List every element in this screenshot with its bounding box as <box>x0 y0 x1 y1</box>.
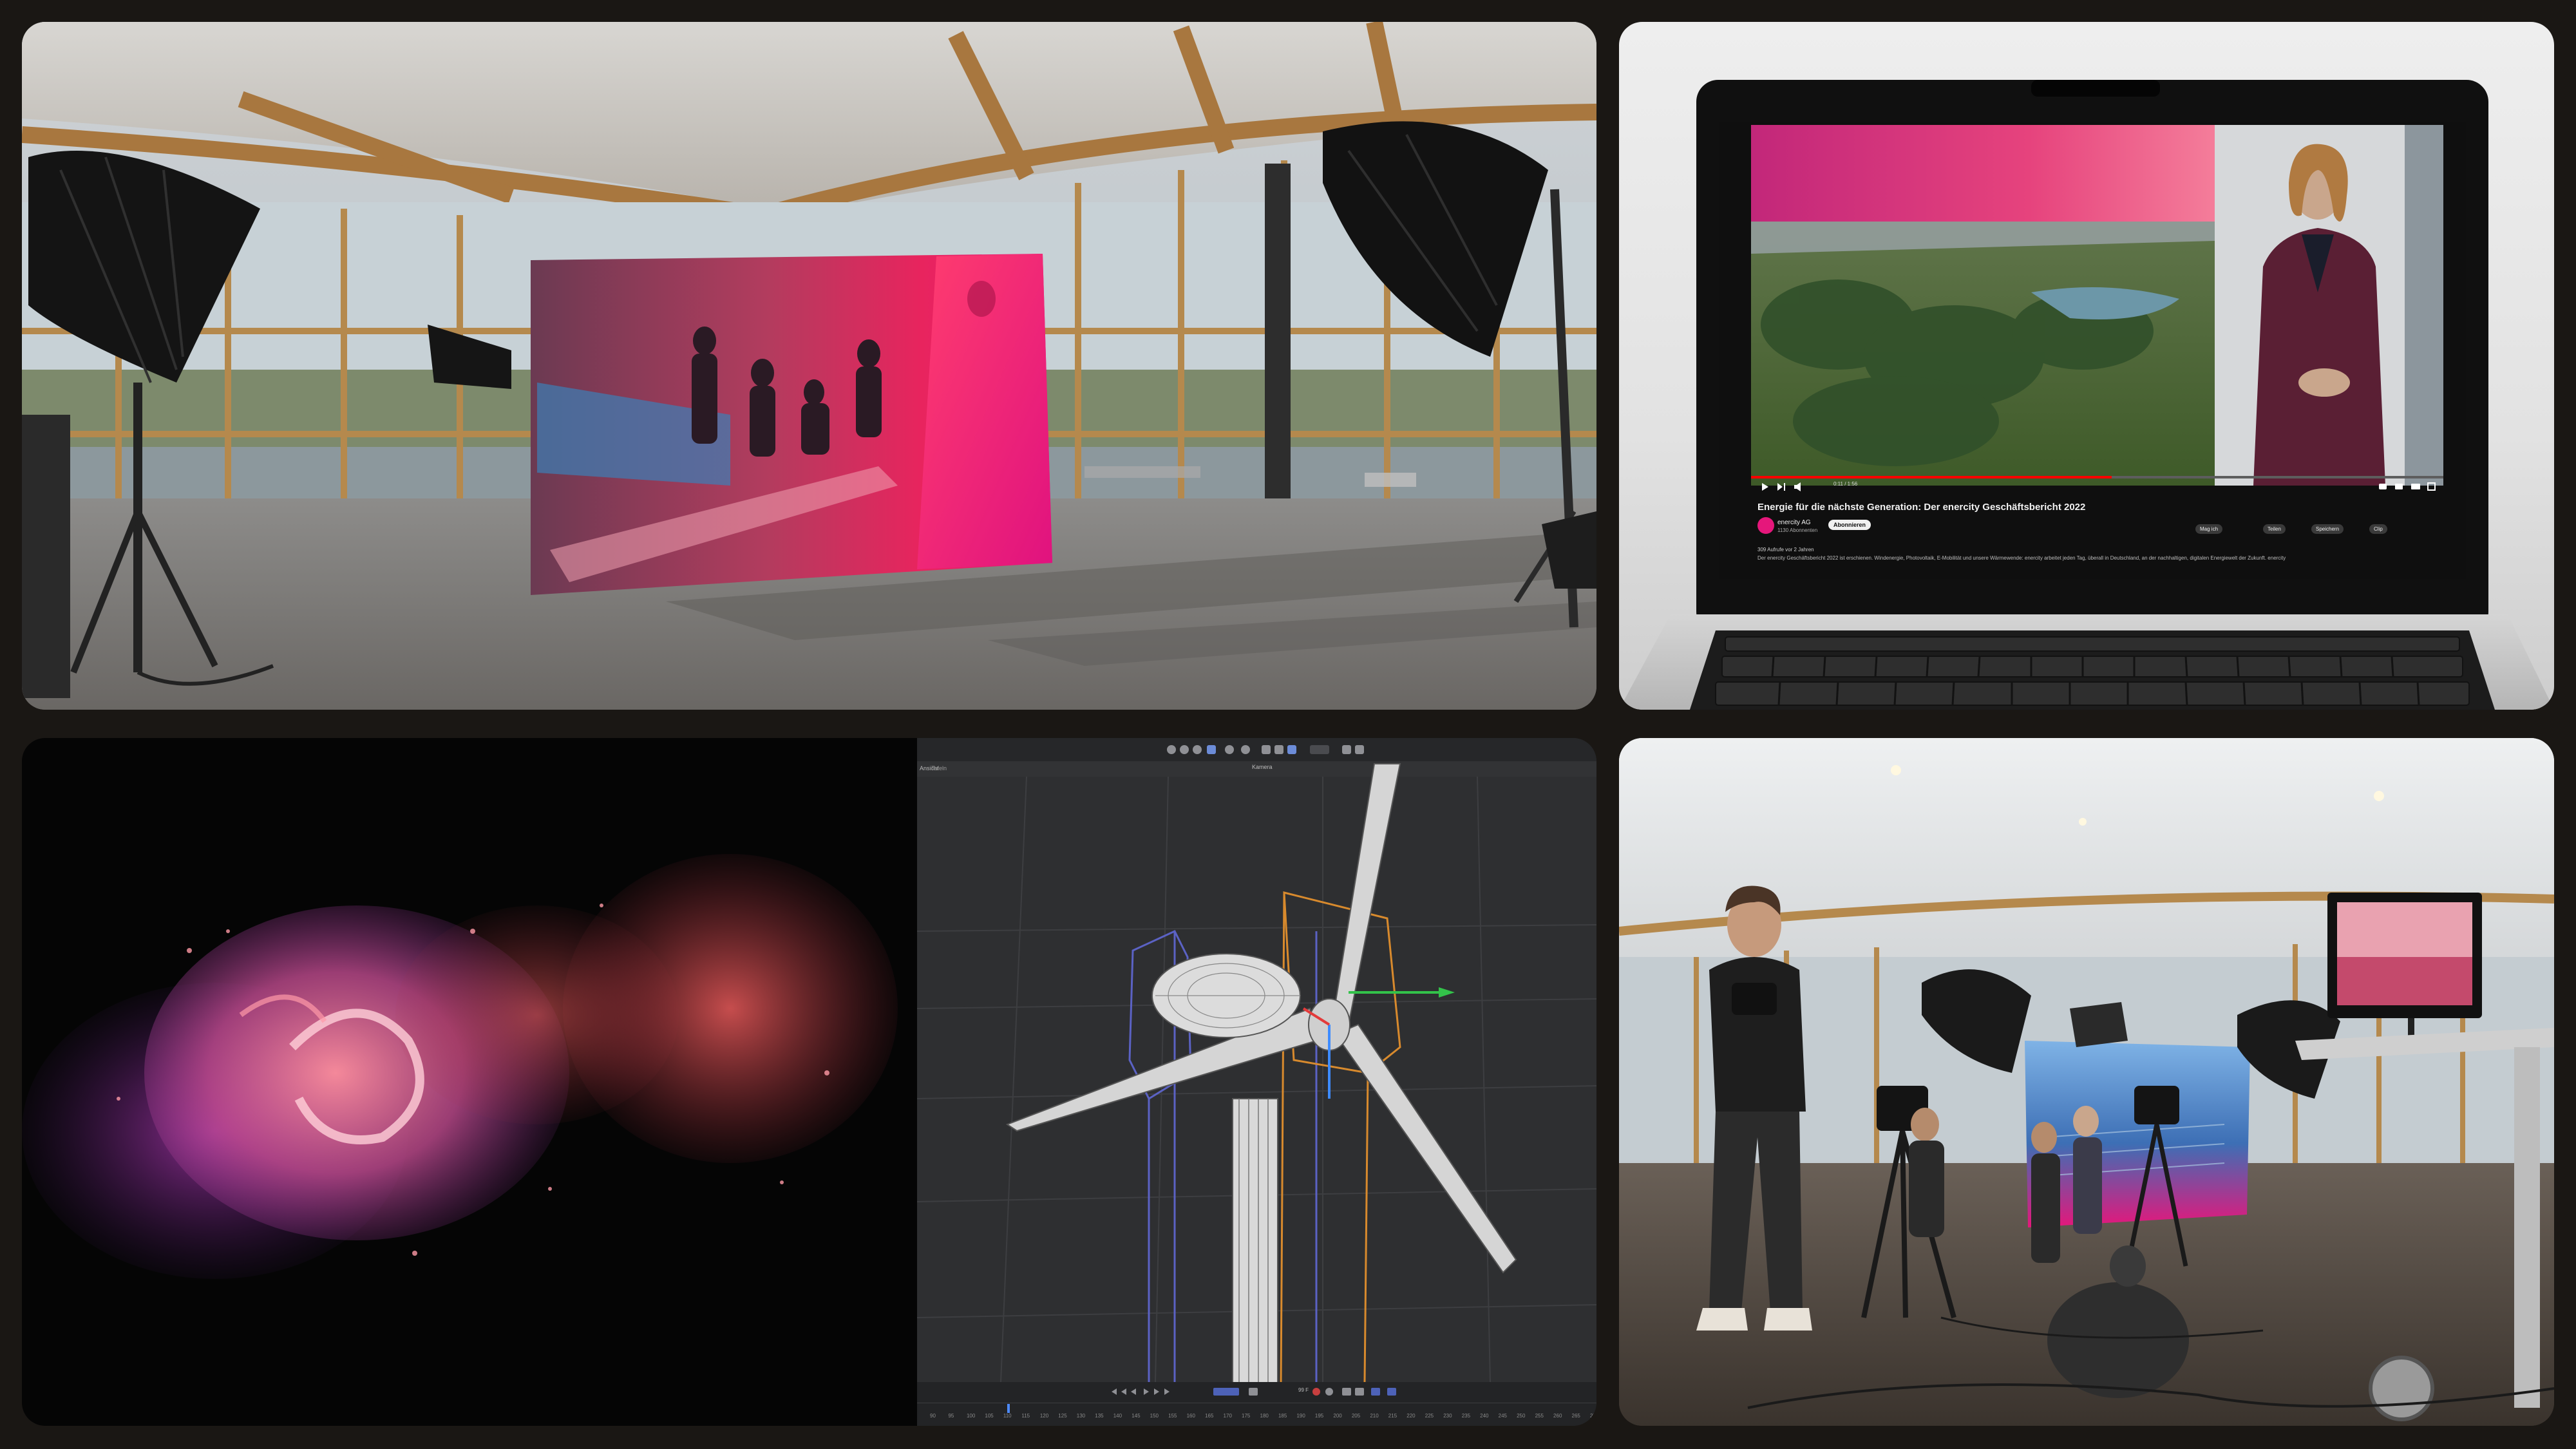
laptop-youtube-photo: 0:11 / 1:56 Energie für die nächste Gene… <box>1619 22 2554 710</box>
clip-button[interactable]: Clip <box>2369 524 2387 534</box>
ruler-tick-label: 260 <box>1553 1413 1562 1419</box>
ruler-tick-label: 105 <box>985 1413 994 1419</box>
app-toolbar <box>917 738 1596 761</box>
ruler-tick-label: 150 <box>1150 1413 1159 1419</box>
channel-name[interactable]: enercity AG <box>1777 519 1811 526</box>
ruler-tick-label: 200 <box>1333 1413 1342 1419</box>
ruler-tick-label: 125 <box>1058 1413 1067 1419</box>
ruler-tick-label: 165 <box>1205 1413 1214 1419</box>
ruler-tick-label: 100 <box>966 1413 976 1419</box>
ruler-tick-label: 135 <box>1095 1413 1104 1419</box>
ruler-tick-label: 230 <box>1443 1413 1452 1419</box>
particles-and-3d-turbine: Ansicht Tafeln Kamera 99 F 90 95 100 105 110… <box>22 738 1596 1426</box>
ruler-tick-label: 205 <box>1351 1413 1361 1419</box>
video-frame <box>1751 125 2443 491</box>
ruler-tick-label: 245 <box>1498 1413 1507 1419</box>
ruler-tick-label: 270 <box>1590 1413 1596 1419</box>
channel-avatar[interactable] <box>1757 517 1774 534</box>
menu-kameras[interactable]: Tafeln <box>931 765 947 772</box>
ruler-tick-label: 210 <box>1370 1413 1379 1419</box>
like-button[interactable]: Mag ich <box>2195 524 2223 534</box>
ruler-tick-label: 130 <box>1076 1413 1086 1419</box>
video-time: 0:11 / 1:56 <box>1833 481 1858 487</box>
ruler-tick-label: 155 <box>1168 1413 1177 1419</box>
playhead[interactable] <box>1007 1404 1010 1413</box>
studio-led-wall-photo <box>22 22 1596 710</box>
ruler-tick-label: 185 <box>1278 1413 1287 1419</box>
ruler-tick-label: 220 <box>1406 1413 1416 1419</box>
share-button[interactable]: Teilen <box>2263 524 2286 534</box>
cable-reel <box>2369 1356 2434 1421</box>
ruler-tick-label: 90 <box>930 1413 936 1419</box>
video-description: Der enercity Geschäftsbericht 2022 ist e… <box>1757 555 2286 561</box>
film-set-crew-photo <box>1619 738 2554 1426</box>
ruler-tick-label: 215 <box>1388 1413 1397 1419</box>
keyboard-keys <box>1715 636 2470 706</box>
ruler-tick-label: 250 <box>1517 1413 1526 1419</box>
viewport-camera-label: Kamera <box>1252 764 1273 770</box>
subscribe-button[interactable]: Abonnieren <box>1828 520 1871 530</box>
ruler-tick-label: 180 <box>1260 1413 1269 1419</box>
camera-notch <box>2031 80 2160 97</box>
ruler-tick-label: 195 <box>1314 1413 1324 1419</box>
ruler-tick-label: 225 <box>1425 1413 1434 1419</box>
current-frame: 99 F <box>1298 1387 1309 1393</box>
save-button[interactable]: Speichern <box>2311 524 2344 534</box>
handheld-camera <box>1732 983 1777 1015</box>
ruler-tick-label: 115 <box>1021 1413 1030 1419</box>
seated-operator <box>2047 1282 2189 1398</box>
particle-cloud <box>22 854 898 1279</box>
laptop-scene <box>1619 80 2554 710</box>
video-meta: 309 Aufrufe vor 2 Jahren <box>1757 547 1814 553</box>
render-scene <box>22 738 1596 1426</box>
ruler-tick-label: 120 <box>1039 1413 1049 1419</box>
ruler-tick-label: 145 <box>1132 1413 1141 1419</box>
ruler-tick-label: 95 <box>948 1413 954 1419</box>
ruler-tick-label: 175 <box>1242 1413 1251 1419</box>
film-set-scene <box>1619 738 2554 1426</box>
ruler-tick-label: 160 <box>1186 1413 1195 1419</box>
ruler-tick-label: 255 <box>1535 1413 1544 1419</box>
3d-app-window <box>916 738 1596 1426</box>
theater-icon <box>2411 484 2420 489</box>
settings-icon <box>2379 484 2387 489</box>
video-title[interactable]: Energie für die nächste Generation: Der … <box>1757 502 2085 513</box>
ruler-tick-label: 170 <box>1223 1413 1232 1419</box>
ruler-tick-label: 240 <box>1480 1413 1489 1419</box>
studio-scene <box>22 22 1596 710</box>
miniplayer-icon <box>2395 484 2403 489</box>
video-progress-fill <box>1751 476 2112 478</box>
subscriber-count: 1130 Abonnenten <box>1777 527 1818 533</box>
led-wall <box>531 254 1052 595</box>
ruler-tick-label: 190 <box>1296 1413 1305 1419</box>
ruler-tick-label: 140 <box>1113 1413 1122 1419</box>
ruler-tick-label: 235 <box>1461 1413 1471 1419</box>
ruler-tick-label: 265 <box>1571 1413 1580 1419</box>
ruler-tick-label: 110 <box>1003 1413 1012 1419</box>
